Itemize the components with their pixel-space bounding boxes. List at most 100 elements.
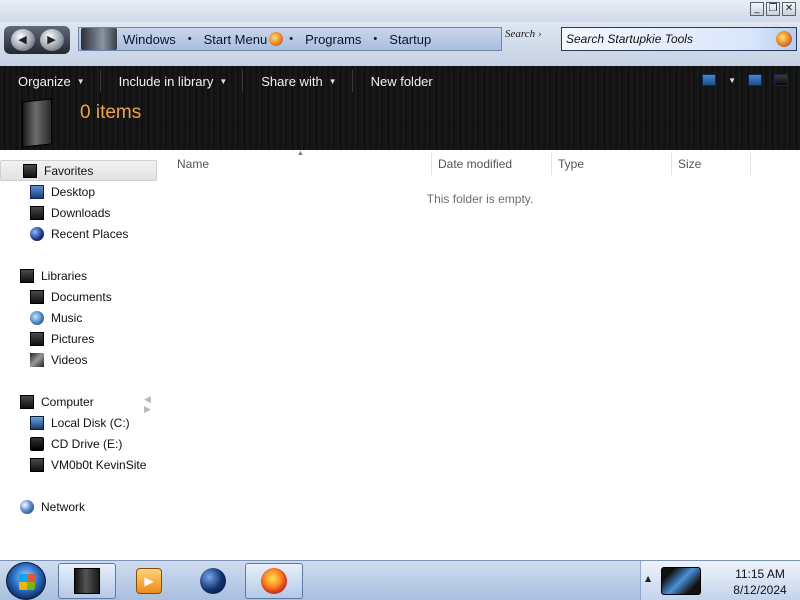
globe-icon [200,568,226,594]
chevron-down-icon[interactable]: ▼ [728,76,736,85]
minimize-button[interactable]: _ [750,2,764,16]
nav-favorites-label: Favorites [44,163,94,178]
address-row: ◀ ▶ Windows • Start Menu • Programs • St… [0,22,800,66]
column-divider[interactable] [431,153,432,175]
nav-computer-label: Computer [41,394,94,409]
crumb-programs[interactable]: Programs [299,32,367,47]
forward-button[interactable]: ▶ [39,29,64,51]
clock-time[interactable]: 11:15 AM [721,567,799,581]
documents-icon [30,289,44,304]
folder-header-icon [22,98,52,148]
file-list[interactable]: ▲ Name Date modified Type Size This fold… [160,150,800,560]
nav-desktop-label: Desktop [51,184,96,199]
desktop-icon [30,184,44,199]
search-input[interactable] [566,32,766,46]
search-icon[interactable] [776,31,792,47]
command-bar: Organize ▼ Include in library ▼ Share wi… [0,66,800,96]
firefox-icon [261,568,287,594]
taskbar-browser-button[interactable] [184,563,242,599]
flair-icon [269,32,284,46]
network-drive-icon [30,457,44,472]
nav-videos[interactable]: Videos [30,349,87,370]
nav-computer[interactable]: Computer [0,391,94,412]
close-button[interactable]: ✕ [782,2,796,16]
nav-desktop[interactable]: Desktop [30,181,95,202]
command-area: Organize ▼ Include in library ▼ Share wi… [0,66,800,150]
taskbar: ▶ ▲ 11:15 AM 8/12/2024 [0,560,800,600]
change-view-icon[interactable] [702,74,717,86]
column-type[interactable]: Type [558,155,584,173]
column-divider[interactable] [671,153,672,175]
share-label: Share with [261,73,323,89]
nav-cd-drive[interactable]: CD Drive (E:) [30,433,122,454]
clock-date[interactable]: 8/12/2024 [721,583,799,597]
nav-favorites[interactable]: Favorites [0,160,157,181]
nav-downloads-label: Downloads [51,205,111,220]
nav-documents-label: Documents [51,289,112,304]
preview-pane-icon[interactable] [748,74,762,86]
navigation-pane: Favorites Desktop Downloads Recent Place… [0,150,160,560]
crumb-windows[interactable]: Windows [117,32,182,47]
network-icon [20,499,34,514]
videos-icon [30,352,44,367]
column-size[interactable]: Size [678,155,701,173]
media-player-icon: ▶ [136,568,162,594]
nav-network-drive-label: VM0b0t KevinSite [51,457,147,472]
folder-icon [81,28,117,50]
new-folder-button[interactable]: New folder [353,66,448,96]
taskbar-explorer-button[interactable] [58,563,116,599]
system-tray: ▲ 11:15 AM 8/12/2024 [640,561,800,600]
nav-pane-arrows-icon[interactable]: ◀ ▶ [144,395,160,415]
chevron-down-icon: ▼ [219,76,228,86]
column-divider[interactable] [750,153,751,175]
nav-local-disk-label: Local Disk (C:) [51,415,130,430]
taskbar-media-player-button[interactable]: ▶ [120,563,178,599]
nav-network-label: Network [41,499,86,514]
restore-button[interactable]: ❐ [766,2,780,16]
nav-network-drive[interactable]: VM0b0t KevinSite [30,454,146,475]
crumb-startup[interactable]: Startup [383,32,437,47]
nav-pictures-label: Pictures [51,331,95,346]
tray-app-icon[interactable] [661,567,701,595]
taskbar-firefox-button[interactable] [245,563,303,599]
nav-videos-label: Videos [51,352,88,367]
nav-recent-places[interactable]: Recent Places [30,223,128,244]
nav-libraries-label: Libraries [41,268,88,283]
downloads-icon [30,205,44,220]
nav-music[interactable]: Music [30,307,82,328]
help-icon[interactable] [774,74,788,86]
chevron-down-icon: ▼ [328,76,337,86]
nav-pictures[interactable]: Pictures [30,328,94,349]
explorer-icon [74,568,100,594]
column-divider[interactable] [551,153,552,175]
crumb-start-menu[interactable]: Start Menu [198,32,274,47]
organize-button[interactable]: Organize ▼ [0,66,100,96]
share-with-button[interactable]: Share with ▼ [243,66,351,96]
show-hidden-icons-icon[interactable]: ▲ [645,574,651,583]
pictures-icon [30,331,44,346]
back-button[interactable]: ◀ [10,29,35,51]
nav-local-disk[interactable]: Local Disk (C:) [30,412,130,433]
nav-libraries[interactable]: Libraries [0,265,87,286]
nav-music-label: Music [51,310,83,325]
column-name[interactable]: Name [177,155,209,173]
include-in-library-button[interactable]: Include in library ▼ [101,66,243,96]
column-date-modified[interactable]: Date modified [438,155,512,173]
window-controls: _ ❐ ✕ [750,2,796,16]
libraries-icon [20,268,34,283]
nav-downloads[interactable]: Downloads [30,202,110,223]
nav-buttons: ◀ ▶ [4,26,70,54]
star-icon [23,163,37,178]
hard-disk-icon [30,415,44,430]
nav-documents[interactable]: Documents [30,286,112,307]
music-icon [30,310,44,325]
nav-network[interactable]: Network [0,496,85,517]
start-button[interactable] [6,562,46,600]
breadcrumb[interactable]: Windows • Start Menu • Programs • Startu… [78,27,502,51]
refresh-button[interactable]: Search › [505,28,542,40]
item-count: 0 items [80,102,142,123]
crumb-separator: • [289,33,294,45]
search-box[interactable] [561,27,797,51]
view-controls: ▼ [702,74,788,86]
recent-places-icon [30,226,44,241]
